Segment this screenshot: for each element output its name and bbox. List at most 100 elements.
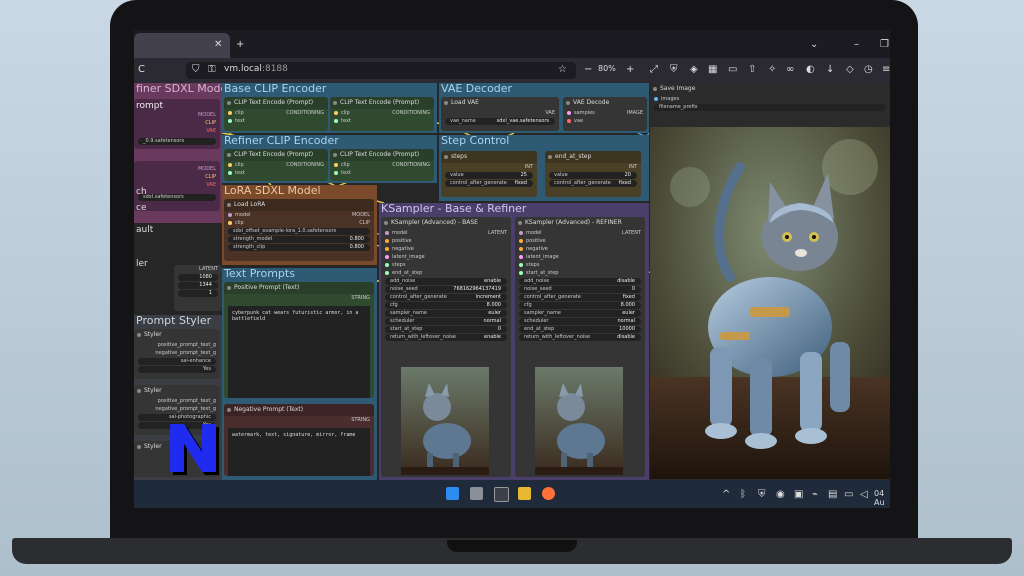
output-clip[interactable]: CLIP [201,173,220,181]
port-dot[interactable] [385,246,389,251]
port-dot[interactable] [334,110,338,115]
output-model[interactable]: MODEL [194,111,220,119]
ks-widget[interactable]: add_noise enable [385,278,507,285]
output-conditioning[interactable]: CONDITIONING [392,161,430,169]
output-clip[interactable]: CLIP [359,219,370,227]
negative-prompt-textarea[interactable]: watermark, text, signature, mirror, fram… [228,428,370,476]
port-dot[interactable] [567,118,571,123]
styler-node-1[interactable]: Styler positive_prompt_text_g negative_p… [134,329,220,379]
ks-widget[interactable]: cfg 8.000 [519,302,641,309]
steps-value-widget[interactable]: value 25 [445,172,533,179]
zoom-in-icon[interactable]: + [626,64,634,76]
port-dot[interactable] [385,238,389,243]
browser-tab[interactable]: ✕ [134,33,230,58]
zoom-level[interactable]: 80% [598,64,616,73]
end-value-widget[interactable]: value 20 [549,172,637,179]
ks-widget[interactable]: start_at_step 0 [385,326,507,333]
styler-row[interactable]: negative_prompt_text_g [134,405,220,413]
ks-widget[interactable]: scheduler normal [385,318,507,325]
steps-node[interactable]: steps INT value 25 control_after_generate… [441,151,537,197]
filename-prefix-field[interactable]: filename_prefix [654,104,886,111]
port-dot[interactable] [385,230,389,235]
output-vae[interactable]: VAE [441,109,559,117]
steps-control-widget[interactable]: control_after_generate fixed [445,180,533,187]
output-vae[interactable]: VAE [202,127,220,135]
strength-model-widget[interactable]: strength_model 0.800 [228,236,370,243]
batch-widget[interactable]: 1 [178,290,218,297]
fullscreen-icon[interactable]: ⤢ [650,64,658,76]
load-lora-node[interactable]: Load LoRA model MODEL clip CLIP sdxl_offse… [224,199,374,261]
port-dot[interactable] [519,254,523,259]
usb-icon[interactable]: ⌁ [812,489,818,501]
tab-list-icon[interactable]: ⌄ [810,39,818,51]
list-item[interactable]: ault [136,225,153,235]
restore-icon[interactable]: ❐ [880,39,889,51]
port-dot[interactable] [334,170,338,175]
history-icon[interactable]: ◷ [864,64,873,76]
styler-row[interactable]: negative_prompt_text_g [134,349,220,357]
ks-widget[interactable]: cfg 8.000 [385,302,507,309]
clip-text-encode-b[interactable]: CLIP Text Encode (Prompt) clip CONDITIONI… [330,97,434,131]
group-refiner-clip[interactable]: Refiner CLIP Encoder CLIP Text Encode (P… [222,134,437,183]
port-dot[interactable] [228,110,232,115]
ks-widget[interactable]: control_after_generate fixed [519,294,641,301]
firefox-icon[interactable] [542,487,555,500]
address-field[interactable]: ⛉ ⚿ vm.local:8188 ☆ [186,62,576,79]
latent-size-node[interactable]: LATENT 1080 1344 1 [174,265,222,311]
list-item[interactable]: ce [136,203,147,213]
security-icon[interactable]: ⛨ [758,489,766,501]
output-image[interactable]: IMAGE [627,109,643,117]
vae-name-select[interactable]: vae_name sdxl_vae.safetensors [445,118,555,125]
output-latent[interactable]: LATENT [488,229,507,237]
output-string[interactable]: STRING [224,416,374,424]
group-ksampler[interactable]: KSampler - Base & Refiner KSampler (Adva… [379,202,649,480]
extension-glasses-icon[interactable]: ∞ [786,64,794,76]
height-widget[interactable]: 1344 [178,282,218,289]
close-tab-icon[interactable]: ✕ [214,39,222,51]
menu-icon[interactable]: C [138,64,145,76]
port-dot[interactable] [519,246,523,251]
ks-widget[interactable]: noise_seed 768162964137419 [385,286,507,293]
port-dot[interactable] [519,270,523,275]
checkpoint-loader-node[interactable]: rompt MODEL CLIP VAE _0.9.safetensors [134,99,220,149]
app-tray-icon[interactable]: ▣ [794,489,803,501]
port-dot[interactable] [334,118,338,123]
output-string[interactable]: STRING [224,294,374,302]
positive-prompt-node[interactable]: Positive Prompt (Text) STRING cyberpunk … [224,282,374,398]
file-explorer-icon[interactable] [518,487,531,500]
port-dot[interactable] [228,162,232,167]
styler-row[interactable]: positive_prompt_text_g [134,341,220,349]
port-dot[interactable] [228,118,232,123]
output-conditioning[interactable]: CONDITIONING [286,109,324,117]
volume-icon[interactable]: ◁ [860,489,868,501]
output-model[interactable]: MODEL [352,211,370,219]
list-item[interactable]: ler [136,259,148,269]
port-dot[interactable] [385,262,389,267]
extension-monitor-icon[interactable]: ▭ [728,64,737,76]
output-latent[interactable]: LATENT [622,229,641,237]
port-dot[interactable] [567,110,571,115]
positive-prompt-textarea[interactable]: cyberpunk cat wears futuristic armor, in… [228,306,370,398]
ks-widget[interactable]: return_with_leftover_noise disable [519,334,641,341]
extension-puzzle-icon[interactable]: ◇ [846,64,854,76]
lora-name-select[interactable]: sdxl_offset_example-lora_1.0.safetensors [228,228,370,235]
output-conditioning[interactable]: CONDITIONING [392,109,430,117]
taskbar-date[interactable]: 04 Au [874,489,890,507]
list-item[interactable]: ch [136,187,147,197]
extension-shield-icon[interactable]: ⛨ [670,64,678,76]
port-dot[interactable] [385,254,389,259]
port-dot[interactable] [519,230,523,235]
task-view-icon[interactable] [470,487,483,500]
end-control-widget[interactable]: control_after_generate fixed [549,180,637,187]
ks-widget[interactable]: scheduler normal [519,318,641,325]
port-dot[interactable] [519,238,523,243]
group-lora[interactable]: LoRA SDXL Model Load LoRA model MODEL cli… [222,184,377,265]
output-int[interactable]: INT [545,163,641,171]
network-icon[interactable]: ▭ [844,489,853,501]
extension-upload-icon[interactable]: ⇧ [748,64,756,76]
group-step-control[interactable]: Step Control steps INT value 25 control_a… [439,134,649,201]
ksampler-base-node[interactable]: KSampler (Advanced) - BASE model LATENT p… [381,217,511,477]
bluetooth-icon[interactable]: ᛒ [740,489,746,501]
output-conditioning[interactable]: CONDITIONING [286,161,324,169]
ks-widget[interactable]: noise_seed 0 [519,286,641,293]
